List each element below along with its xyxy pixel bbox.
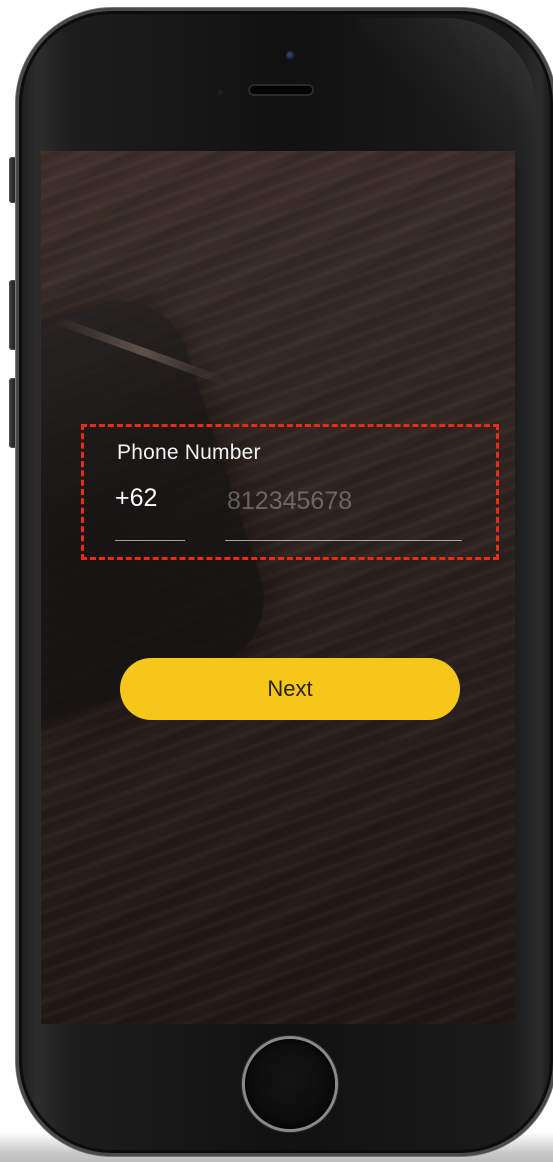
home-button-icon[interactable]: [245, 1039, 335, 1129]
earpiece-speaker: [250, 86, 312, 94]
phone-number-label: Phone Number: [117, 441, 261, 464]
country-code-underline: [115, 540, 185, 541]
front-camera-icon: [286, 51, 295, 60]
background-overlay: [41, 151, 515, 1024]
app-screen: Phone Number +62 Next: [41, 151, 515, 1024]
next-button[interactable]: Next: [120, 658, 460, 720]
phone-number-underline: [225, 540, 462, 541]
country-code-field[interactable]: +62: [115, 484, 185, 518]
phone-sheen: [356, 18, 536, 168]
proximity-sensor: [218, 90, 223, 95]
mockup-stage: Phone Number +62 Next: [0, 0, 553, 1162]
phone-number-input[interactable]: [227, 481, 461, 521]
